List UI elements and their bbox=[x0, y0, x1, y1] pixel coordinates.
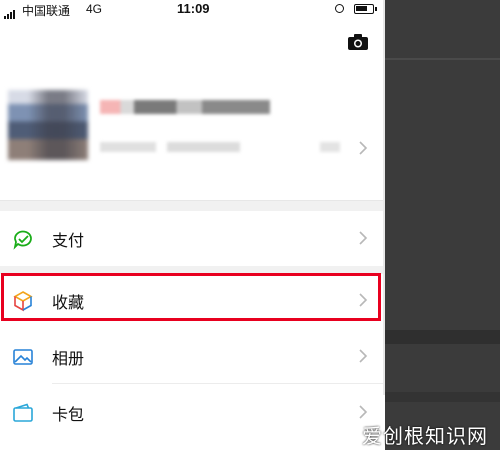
wallet-icon bbox=[13, 403, 33, 422]
dimmed-overlay bbox=[385, 0, 500, 450]
wechat-pay-icon bbox=[13, 230, 32, 250]
username-blurred bbox=[100, 100, 270, 114]
menu-item-cards[interactable]: 卡包 bbox=[0, 384, 383, 440]
picture-icon bbox=[13, 349, 33, 365]
avatar[interactable] bbox=[8, 90, 88, 160]
chevron-right-icon bbox=[359, 349, 368, 363]
watermark: 爱创根知识网 bbox=[362, 424, 488, 448]
network-type: 4G bbox=[86, 2, 103, 16]
profile-header[interactable] bbox=[0, 70, 385, 190]
chevron-right-icon bbox=[359, 141, 368, 155]
camera-icon[interactable] bbox=[348, 34, 368, 50]
menu-item-album[interactable]: 相册 bbox=[0, 328, 383, 384]
menu-item-label: 卡包 bbox=[52, 407, 85, 424]
clock: 11:09 bbox=[177, 1, 210, 16]
battery-icon bbox=[354, 4, 377, 14]
phone-screen: 中国联通 4G 11:09 支付 收藏 相册 卡包 bbox=[0, 0, 385, 450]
menu-item-label: 相册 bbox=[52, 351, 85, 368]
orientation-lock-icon bbox=[335, 4, 344, 13]
wechat-id-blurred bbox=[100, 142, 240, 152]
signal-icon bbox=[4, 5, 16, 19]
menu-item-pay[interactable]: 支付 bbox=[0, 210, 383, 266]
highlight-box bbox=[1, 273, 381, 321]
menu-item-label: 支付 bbox=[52, 233, 85, 250]
chevron-right-icon bbox=[359, 405, 368, 419]
chevron-right-icon bbox=[359, 231, 368, 245]
carrier-name: 中国联通 bbox=[22, 4, 71, 18]
qr-code-icon[interactable] bbox=[320, 142, 340, 152]
status-bar: 中国联通 4G 11:09 bbox=[0, 0, 385, 20]
